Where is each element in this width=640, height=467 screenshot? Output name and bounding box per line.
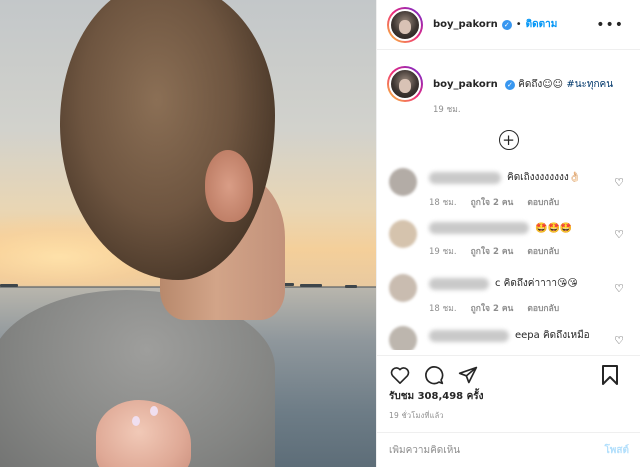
ship xyxy=(0,284,18,287)
commenter-name-blurred[interactable] xyxy=(429,277,489,290)
comment-time: 18 ชม. xyxy=(429,304,457,314)
post-side-panel: boy_pakorn ✓ • ติดตาม ••• boy_pakorn ✓ ค… xyxy=(376,0,640,467)
verified-badge-icon: ✓ xyxy=(501,19,512,30)
commenter-name-blurred[interactable] xyxy=(429,171,501,184)
reply-button[interactable]: ตอบกลับ xyxy=(527,195,559,209)
post-button[interactable]: โพสต์ xyxy=(604,443,629,458)
reply-button[interactable]: ตอบกลับ xyxy=(527,301,559,315)
comment-text: 🤩🤩🤩 xyxy=(535,222,573,234)
heart-icon[interactable]: ♡ xyxy=(614,334,624,347)
reply-button[interactable]: ตอบกลับ xyxy=(527,244,559,258)
comment-time: 18 ชม. xyxy=(429,198,457,208)
avatar[interactable] xyxy=(387,6,423,43)
paper-plane-icon[interactable] xyxy=(457,364,479,386)
comment-likes[interactable]: ถูกใจ 2 คน xyxy=(471,195,514,209)
comment-input[interactable] xyxy=(389,444,605,456)
ear xyxy=(205,150,253,222)
caption-hashtag[interactable]: #นะทุกคน xyxy=(566,79,613,90)
comment-text: eepa คิดถึงเหมือ xyxy=(515,330,590,341)
comment-likes[interactable]: ถูกใจ 2 คน xyxy=(471,301,514,315)
more-options-icon[interactable]: ••• xyxy=(596,17,624,33)
heart-icon[interactable]: ♡ xyxy=(614,228,624,241)
heart-icon[interactable]: ♡ xyxy=(614,282,624,295)
heart-icon[interactable] xyxy=(389,364,411,386)
ship xyxy=(345,285,357,288)
comment-list: คิดเถิงงงงงงงง👌🏻 18 ชม. ถูกใจ 2 คน ตอบกล… xyxy=(377,162,640,350)
action-bar xyxy=(377,355,640,393)
plus-circle-icon[interactable]: + xyxy=(498,130,519,150)
separator: • xyxy=(515,19,522,30)
username[interactable]: boy_pakorn xyxy=(433,19,498,30)
caption-text: คิดถึง☺︎☺︎ xyxy=(518,79,564,90)
commenter-name-blurred[interactable] xyxy=(429,329,509,342)
avatar[interactable] xyxy=(387,66,423,102)
comment-icon[interactable] xyxy=(423,364,445,386)
comment-text: c คิดถึงค่าาาา😘😘 xyxy=(495,278,578,289)
add-comment-bar: โพสต์ xyxy=(377,432,640,467)
comment-text: คิดเถิงงงงงงงง👌🏻 xyxy=(507,172,582,183)
comment-item: c คิดถึงค่าาาา😘😘 18 ชม. ถูกใจ 2 คน ตอบกล… xyxy=(377,268,640,328)
fingernail xyxy=(150,406,158,416)
view-count[interactable]: รับชม 308,498 ครั้ง xyxy=(389,389,484,404)
verified-badge-icon: ✓ xyxy=(504,80,515,90)
comment-item: eepa คิดถึงเหมือ ♡ xyxy=(377,320,640,350)
comment-likes[interactable]: ถูกใจ 2 คน xyxy=(471,244,514,258)
commenter-avatar[interactable] xyxy=(389,220,417,248)
caption: boy_pakorn ✓ คิดถึง☺︎☺︎ #นะทุกคน 19 ชม. xyxy=(377,50,640,116)
ship xyxy=(300,284,322,287)
caption-time: 19 ชม. xyxy=(433,105,461,115)
commenter-avatar[interactable] xyxy=(389,326,417,350)
post-header: boy_pakorn ✓ • ติดตาม ••• xyxy=(377,0,640,50)
comment-item: คิดเถิงงงงงงงง👌🏻 18 ชม. ถูกใจ 2 คน ตอบกล… xyxy=(377,162,640,222)
heart-icon[interactable]: ♡ xyxy=(614,176,624,189)
follow-button[interactable]: ติดตาม xyxy=(526,17,558,32)
comment-time: 19 ชม. xyxy=(429,247,457,257)
bookmark-icon[interactable] xyxy=(599,364,621,386)
commenter-name-blurred[interactable] xyxy=(429,222,529,234)
post-photo[interactable] xyxy=(0,0,376,467)
commenter-avatar[interactable] xyxy=(389,168,417,196)
fingernail xyxy=(132,416,140,426)
comment-item: 🤩🤩🤩 19 ชม. ถูกใจ 2 คน ตอบกลับ ♡ xyxy=(377,214,640,274)
post-time: 19 ชั่วโมงที่แล้ว xyxy=(389,411,444,420)
caption-username[interactable]: boy_pakorn xyxy=(433,79,498,90)
commenter-avatar[interactable] xyxy=(389,274,417,302)
